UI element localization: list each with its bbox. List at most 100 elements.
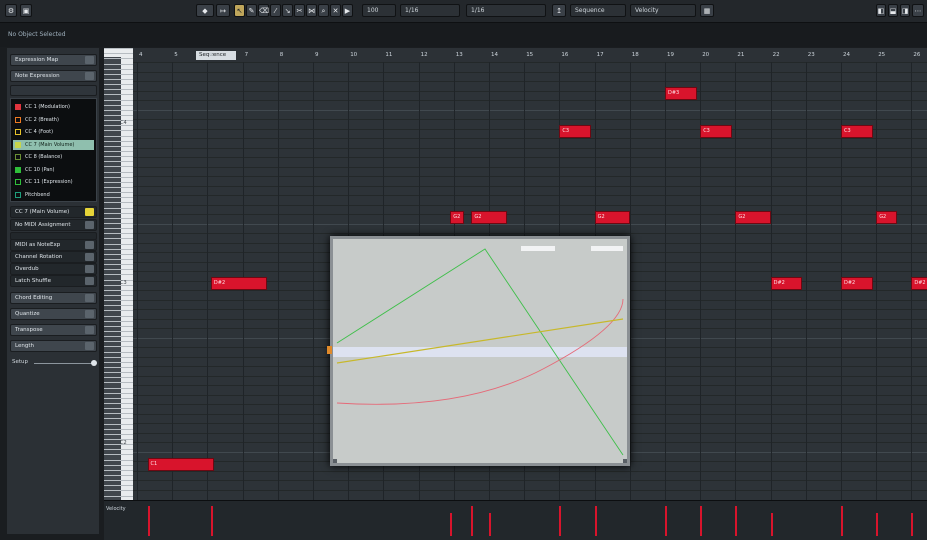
cc-list-header[interactable]: Expression Map — [10, 85, 97, 96]
velocity-bar[interactable] — [210, 506, 213, 536]
midi-noteexp-field[interactable]: MIDI as NoteExp — [10, 239, 97, 251]
draw-icon[interactable]: ✎ — [246, 4, 257, 17]
resize-handle-icon[interactable] — [333, 459, 337, 463]
settings-icon[interactable]: ⚙ — [5, 4, 17, 17]
overdub-field[interactable]: Overdub — [10, 263, 97, 275]
cc-checkbox[interactable] — [15, 179, 21, 185]
solo-editor-button[interactable]: ◆ — [196, 4, 214, 17]
zoom-icon[interactable]: ⌕ — [318, 4, 329, 17]
midi-note[interactable]: C3 — [841, 125, 873, 138]
toggle-icon[interactable] — [85, 241, 94, 249]
velocity-bar[interactable] — [841, 513, 843, 536]
toggle-icon[interactable] — [85, 277, 94, 285]
midi-note[interactable]: D#2 — [911, 277, 927, 290]
midi-note[interactable]: D#2 — [210, 277, 268, 290]
midi-note[interactable]: G2 — [735, 210, 771, 224]
glue-icon[interactable]: ⋈ — [306, 4, 317, 17]
expand-icon[interactable] — [85, 326, 94, 334]
cc-item[interactable]: CC 4 (Foot) — [13, 127, 94, 137]
cc-item[interactable]: Pitchbend — [13, 190, 94, 200]
velocity-select[interactable]: Velocity — [630, 4, 696, 17]
cc-checkbox[interactable] — [15, 166, 21, 173]
object-selection-icon[interactable]: ↖ — [234, 4, 245, 17]
velocity-bar[interactable] — [700, 506, 703, 536]
expand-icon[interactable] — [85, 310, 94, 318]
color-scheme-icon[interactable]: ▦ — [700, 4, 714, 17]
cc-checkbox[interactable] — [15, 129, 21, 135]
expand-icon[interactable] — [85, 294, 94, 302]
cc-checkbox[interactable] — [15, 191, 21, 198]
ruler[interactable]: Sequence 4 5 6 7 8 9 10 11 12 13 14 15 16 17 18 19 20 21 2… — [133, 48, 927, 63]
grid-mode-select[interactable]: Sequence — [570, 4, 626, 17]
midi-note[interactable]: G2 — [594, 210, 630, 224]
panel-right-icon[interactable]: ◨ — [900, 4, 910, 17]
selected-cc-field[interactable]: CC 7 (Main Volume) — [10, 206, 97, 218]
cc-item[interactable]: CC 10 (Pan) — [13, 165, 94, 175]
midi-note[interactable]: G2 — [876, 210, 898, 224]
velocity-bar[interactable] — [559, 513, 562, 536]
dropdown-icon[interactable] — [85, 221, 94, 229]
note-expression-section[interactable]: Note Expression — [10, 70, 97, 82]
midi-note[interactable]: D#2 — [770, 277, 803, 290]
expand-icon[interactable] — [85, 72, 94, 80]
panel-left-icon[interactable]: ◧ — [876, 4, 886, 17]
cc-item[interactable]: CC 8 (Balance) — [13, 152, 94, 162]
cc-item[interactable]: CC 7 (Main Volume) — [13, 139, 94, 150]
expression-map-section[interactable]: Expression Map — [10, 54, 97, 66]
trim-icon[interactable]: ↘ — [282, 4, 293, 17]
cc-item[interactable]: CC 2 (Breath) — [13, 115, 94, 125]
cc-item[interactable]: CC 11 (Expression) — [13, 177, 94, 187]
velocity-bar[interactable] — [489, 513, 491, 536]
piano-keyboard[interactable]: C4 C3 C2 — [104, 48, 133, 500]
cc-checkbox[interactable] — [15, 116, 21, 123]
velocity-bar[interactable] — [735, 506, 738, 536]
snap-field[interactable]: 1/16 — [400, 4, 460, 17]
midi-note[interactable]: D#3 — [665, 87, 697, 100]
split-icon[interactable]: ✂ — [294, 4, 305, 17]
note-expression-editor[interactable] — [327, 236, 630, 466]
window-layout-icon[interactable]: ▣ — [20, 4, 32, 17]
midi-note[interactable]: G2 — [471, 210, 507, 224]
line-icon[interactable]: ⁄ — [270, 4, 281, 17]
toggle-icon[interactable] — [85, 253, 94, 261]
play-icon[interactable]: ▶ — [342, 4, 353, 17]
quantize-section[interactable]: Quantize — [10, 308, 97, 320]
cc-checkbox[interactable] — [15, 154, 21, 160]
resize-handle-icon[interactable] — [623, 459, 627, 463]
velocity-bar[interactable] — [471, 506, 474, 536]
toggle-icon[interactable] — [85, 265, 94, 273]
mute-icon[interactable]: ✕ — [330, 4, 341, 17]
insert-velocity-icon[interactable]: ↥ — [552, 4, 566, 17]
cc-checkbox[interactable] — [15, 104, 21, 110]
expand-icon[interactable] — [85, 56, 94, 64]
midi-note[interactable]: C1 — [147, 457, 215, 471]
zoom-readout[interactable]: 100 — [362, 4, 396, 17]
midi-note[interactable]: C3 — [700, 125, 732, 138]
panel-bottom-icon[interactable]: ⬓ — [888, 4, 898, 17]
velocity-bar[interactable] — [876, 513, 879, 536]
erase-icon[interactable]: ⌫ — [258, 4, 269, 17]
velocity-lane[interactable]: Velocity — [104, 500, 927, 540]
midi-note[interactable]: D#2 — [841, 277, 873, 290]
latch-shuffle-field[interactable]: Latch Shuffle — [10, 275, 97, 287]
velocity-bar[interactable] — [665, 506, 667, 536]
cc-checkbox[interactable] — [15, 141, 21, 148]
velocity-bar[interactable] — [911, 513, 914, 536]
chord-editing-section[interactable]: Chord Editing — [10, 292, 97, 304]
expand-icon[interactable] — [85, 342, 94, 350]
velocity-bar[interactable] — [770, 513, 773, 536]
setup-slider-knob[interactable] — [91, 360, 97, 366]
transpose-section[interactable]: Transpose — [10, 324, 97, 336]
midi-assignment-field[interactable]: No MIDI Assignment — [10, 219, 97, 231]
sequence-marker[interactable]: Sequence — [196, 51, 236, 60]
window-controls-icon[interactable]: ⋯ — [912, 4, 924, 17]
midi-note[interactable]: C3 — [559, 125, 592, 138]
length-section[interactable]: Length — [10, 340, 97, 352]
velocity-bar[interactable] — [147, 506, 150, 536]
velocity-bar[interactable] — [450, 513, 453, 536]
quantize-field[interactable]: 1/16 — [466, 4, 546, 17]
note-grid[interactable]: D#3C3C3C3G2G2G2G2G2D#2D#2D#2D#2D#2D#2C1 — [133, 62, 927, 500]
channel-rotation-field[interactable]: Channel Rotation — [10, 251, 97, 263]
setup-row[interactable]: Setup — [12, 358, 97, 368]
popup-handle-icon[interactable] — [327, 346, 332, 354]
